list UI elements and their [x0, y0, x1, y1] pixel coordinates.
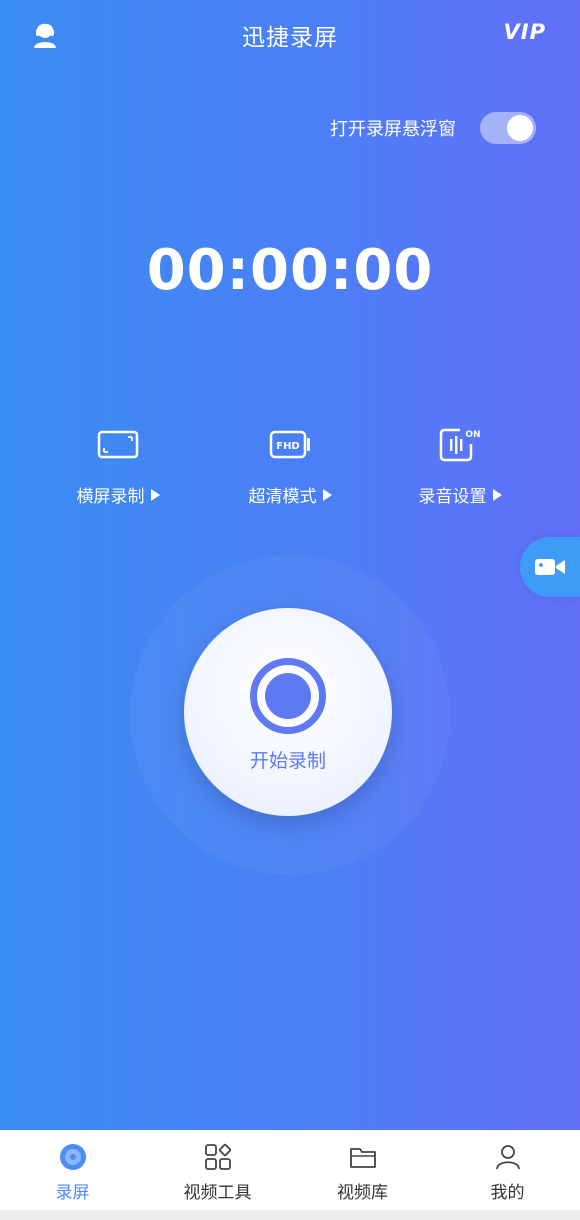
system-bottom-strip [0, 1210, 580, 1220]
toggle-knob [507, 115, 533, 141]
fhd-text: FHD [276, 441, 300, 452]
floating-window-row: 打开录屏悬浮窗 [330, 112, 536, 144]
header: 迅捷录屏 VIP [0, 0, 580, 66]
tab-video-library-label: 视频库 [337, 1183, 388, 1203]
tab-mine[interactable]: 我的 [435, 1130, 580, 1210]
disc-icon [59, 1144, 86, 1170]
apps-grid-icon [204, 1143, 231, 1170]
recording-timer: 00:00:00 [146, 238, 434, 303]
play-arrow-icon [150, 488, 160, 501]
tab-video-tools-label: 视频工具 [183, 1183, 252, 1203]
tab-video-library[interactable]: 视频库 [290, 1130, 435, 1210]
vip-button[interactable]: VIP [504, 20, 546, 44]
floating-window-toggle[interactable] [480, 112, 536, 144]
tab-record[interactable]: 录屏 [0, 1130, 145, 1210]
record-icon [250, 658, 326, 734]
person-icon [495, 1145, 520, 1170]
fhd-icon: FHD [269, 430, 310, 459]
landscape-screen-icon [97, 430, 139, 459]
option-fhd[interactable]: FHD 超清模式 [210, 424, 370, 507]
audio-on-badge: ON [465, 430, 480, 440]
option-audio[interactable]: ON 录音设置 [380, 424, 540, 507]
option-landscape-label: 横屏录制 [76, 487, 145, 507]
play-arrow-icon [492, 488, 502, 501]
audio-on-icon: ON [439, 428, 481, 462]
floating-camera-button[interactable] [520, 537, 580, 597]
option-fhd-label: 超清模式 [248, 487, 317, 507]
floating-window-label: 打开录屏悬浮窗 [330, 119, 456, 140]
tab-mine-label: 我的 [490, 1183, 525, 1203]
option-audio-label: 录音设置 [418, 487, 487, 507]
option-landscape[interactable]: 横屏录制 [38, 424, 198, 507]
tab-video-tools[interactable]: 视频工具 [145, 1130, 290, 1210]
folder-icon [349, 1148, 376, 1168]
bottom-tab-bar: 录屏 视频工具 视频库 我的 [0, 1130, 580, 1210]
record-dot [265, 673, 311, 719]
start-recording-button[interactable]: 开始录制 [184, 608, 392, 816]
tab-record-label: 录屏 [55, 1183, 90, 1203]
play-arrow-icon [322, 488, 332, 501]
app-screen: 迅捷录屏 VIP 打开录屏悬浮窗 00:00:00 横屏录制 FHD 超清模式 [0, 0, 580, 1130]
app-title: 迅捷录屏 [242, 25, 338, 51]
video-camera-icon [535, 559, 565, 575]
start-recording-label: 开始录制 [249, 750, 326, 772]
